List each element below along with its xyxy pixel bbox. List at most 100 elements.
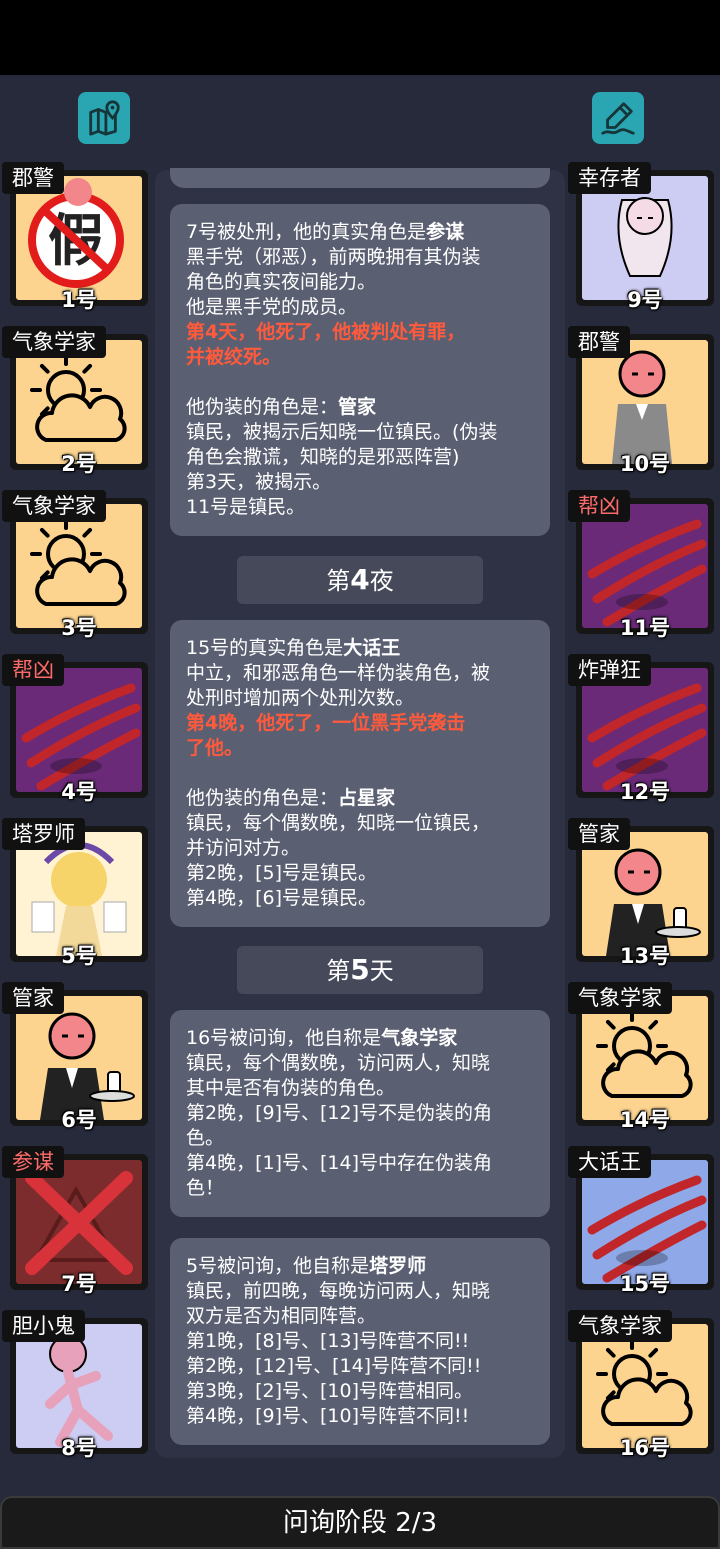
- player-card[interactable]: 帮凶 4号: [2, 654, 148, 804]
- log-text: 11号是镇民。: [186, 496, 306, 518]
- player-card[interactable]: 大话王 15号: [568, 1146, 714, 1296]
- slash-icon: [21, 683, 141, 791]
- butler-icon: [606, 848, 701, 956]
- phase-divider: 第5天: [237, 946, 483, 994]
- role-label: 胆小鬼: [2, 1310, 85, 1342]
- log-line: [186, 761, 534, 786]
- log-line: [186, 370, 534, 395]
- log-text: 第4晚，[6]号是镇民。: [186, 887, 378, 909]
- executed-icon: [25, 1171, 133, 1275]
- player-card[interactable]: 气象学家 3号: [2, 490, 148, 640]
- player-card[interactable]: 炸弹狂 12号: [568, 654, 714, 804]
- log-line: 他伪装的角色是：占星家: [186, 786, 534, 811]
- role-name: 参谋: [426, 221, 465, 243]
- log-line: 并被绞死。: [186, 345, 534, 370]
- player-card[interactable]: 参谋 7号: [2, 1146, 148, 1296]
- player-card[interactable]: 气象学家 2号: [2, 326, 148, 476]
- phase-divider: 第4夜: [237, 556, 483, 604]
- log-line: 第4晚，他死了，一位黑手党袭击: [186, 711, 534, 736]
- player-portrait: [16, 504, 142, 628]
- phase-label: 问询阶段 2/3: [282, 1508, 438, 1538]
- tarot-icon: [31, 842, 127, 956]
- role-label: 帮凶: [568, 490, 630, 522]
- role-label: 气象学家: [2, 326, 106, 358]
- role-name: 占星家: [338, 787, 396, 809]
- log-line: 角色会撒谎，知晓的是邪恶阵营): [186, 445, 534, 470]
- log-entry: 5号被问询，他自称是塔罗师 镇民，前四晚，每晚访问两人，知晓 双方是否为相同阵营。第…: [170, 1238, 550, 1445]
- divider-prefix: 第: [326, 567, 351, 595]
- log-text: 处刑时增加两个处刑次数。: [186, 687, 415, 709]
- weather-icon: [30, 354, 127, 442]
- log-line: 处刑时增加两个处刑次数。: [186, 686, 534, 711]
- player-portrait: [582, 340, 708, 464]
- role-name: 大话王: [343, 637, 401, 659]
- divider-number: 5: [350, 953, 370, 986]
- role-name: 气象学家: [381, 1027, 458, 1049]
- log-text: 第3天，被揭示。: [186, 471, 332, 493]
- fake-icon: 假: [28, 178, 124, 288]
- log-line: 他是黑手党的成员。: [186, 295, 534, 320]
- log-text: 5号被问询，他自称是: [186, 1255, 370, 1277]
- player-portrait: [582, 1160, 708, 1284]
- log-text: 第3晚，[2]号、[10]号阵营相同。: [186, 1380, 474, 1402]
- log-line: 第1晚，[8]号、[13]号阵营不同!!: [186, 1329, 534, 1354]
- player-portrait: 假: [16, 176, 142, 300]
- log-text: 黑手党（邪恶），前两晚拥有其伪装: [186, 246, 481, 268]
- player-number: 12号: [619, 780, 671, 804]
- log-text: 15号的真实角色是: [186, 637, 344, 659]
- log-line: 中立，和邪恶角色一样伪装角色，被: [186, 661, 534, 686]
- role-label: 气象学家: [568, 982, 672, 1014]
- log-line: 第4晚，[9]号、[10]号阵营不同!!: [186, 1404, 534, 1429]
- player-card[interactable]: 塔罗师 5号: [2, 818, 148, 968]
- log-text: 中立，和邪恶角色一样伪装角色，被: [186, 662, 491, 684]
- butler-icon: [40, 1012, 135, 1120]
- role-label: 幸存者: [568, 162, 651, 194]
- log-line: 第4天，他死了，他被判处有罪，: [186, 320, 534, 345]
- log-entry-previous: [170, 168, 550, 188]
- player-number: 2号: [61, 452, 97, 476]
- role-label: 炸弹狂: [568, 654, 651, 686]
- player-card[interactable]: 管家 6号: [2, 982, 148, 1132]
- log-text: 第4晚，[1]号、[14]号中存在伪装角: [186, 1152, 493, 1174]
- slash-icon: [587, 683, 707, 791]
- player-portrait: [582, 832, 708, 956]
- weather-icon: [596, 1010, 693, 1098]
- role-label: 大话王: [568, 1146, 651, 1178]
- map-button[interactable]: [78, 92, 130, 144]
- notepad-pen-icon: [601, 102, 635, 135]
- player-portrait: [582, 504, 708, 628]
- role-name: 塔罗师: [369, 1255, 427, 1277]
- slash-icon: [587, 1175, 707, 1283]
- log-line: 镇民，被揭示后知晓一位镇民。(伪装: [186, 420, 534, 445]
- player-card[interactable]: 郡警 10号: [568, 326, 714, 476]
- log-line: 黑手党（邪恶），前两晚拥有其伪装: [186, 245, 534, 270]
- survivor-icon: [617, 197, 673, 277]
- player-card[interactable]: 管家 13号: [568, 818, 714, 968]
- log-text: 镇民，每个偶数晚，知晓一位镇民，: [186, 812, 491, 834]
- slash-icon: [587, 519, 707, 627]
- log-text: 第2晚，[9]号、[12]号不是伪装的角: [186, 1102, 493, 1124]
- player-card[interactable]: 帮凶 11号: [568, 490, 714, 640]
- log-text: 第1晚，[8]号、[13]号阵营不同!!: [186, 1330, 470, 1352]
- player-number: 15号: [619, 1272, 671, 1296]
- divider-suffix: 天: [369, 957, 394, 985]
- log-line: 双方是否为相同阵营。: [186, 1304, 534, 1329]
- notes-button[interactable]: [592, 92, 644, 144]
- divider-prefix: 第: [326, 957, 351, 985]
- player-card[interactable]: 气象学家 14号: [568, 982, 714, 1132]
- player-card[interactable]: 幸存者 9号: [568, 162, 714, 312]
- log-line: 了他。: [186, 736, 534, 761]
- log-line: 他伪装的角色是：管家: [186, 395, 534, 420]
- player-card[interactable]: 假郡警 1号: [2, 162, 148, 312]
- log-text: 他伪装的角色是：: [186, 787, 339, 809]
- log-entry: 7号被处刑，他的真实角色是参谋 黑手党（邪恶），前两晚拥有其伪装 角色的真实夜间能力…: [170, 204, 550, 536]
- log-text: 镇民，被揭示后知晓一位镇民。(伪装: [186, 421, 498, 443]
- player-portrait: [582, 668, 708, 792]
- role-label: 塔罗师: [2, 818, 85, 850]
- log-entry: 16号被问询，他自称是气象学家 镇民，每个偶数晚，访问两人，知晓 其中是否有伪装的角…: [170, 1010, 550, 1217]
- log-line: 第3晚，[2]号、[10]号阵营相同。: [186, 1379, 534, 1404]
- player-portrait: [582, 996, 708, 1120]
- player-card[interactable]: 气象学家 16号: [568, 1310, 714, 1460]
- player-card[interactable]: 胆小鬼 8号: [2, 1310, 148, 1460]
- log-line: 11号是镇民。: [186, 495, 534, 520]
